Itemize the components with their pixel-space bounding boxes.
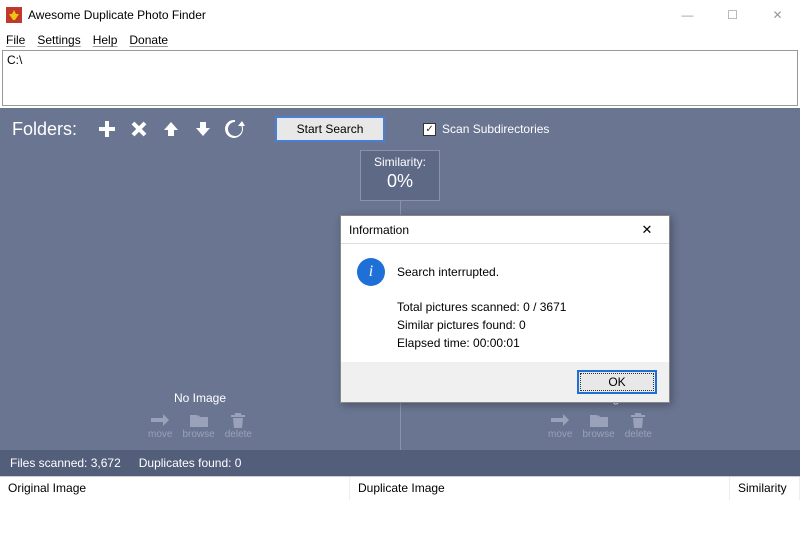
titlebar: Awesome Duplicate Photo Finder — ☐ ✕ <box>0 0 800 30</box>
folders-label: Folders: <box>12 119 77 140</box>
menubar: File Settings Help Donate <box>0 30 800 50</box>
remove-folder-icon[interactable] <box>127 117 151 141</box>
start-search-button[interactable]: Start Search <box>275 116 385 142</box>
browse-button-left[interactable]: browse <box>182 411 214 440</box>
files-scanned: Files scanned: 3,672 <box>10 456 121 470</box>
header-original[interactable]: Original Image <box>0 477 350 500</box>
ok-button[interactable]: OK <box>577 370 657 394</box>
menu-help[interactable]: Help <box>93 33 118 47</box>
similarity-label: Similarity: <box>361 155 439 169</box>
move-down-icon[interactable] <box>191 117 215 141</box>
menu-file[interactable]: File <box>6 33 25 47</box>
checkbox-icon[interactable]: ✓ <box>423 123 436 136</box>
minimize-button[interactable]: — <box>665 1 710 29</box>
close-button[interactable]: ✕ <box>755 1 800 29</box>
duplicates-found: Duplicates found: 0 <box>139 456 242 470</box>
scan-sub-label: Scan Subdirectories <box>442 122 549 136</box>
dialog-stat-scanned: Total pictures scanned: 0 / 3671 <box>397 298 653 316</box>
dialog-stat-similar: Similar pictures found: 0 <box>397 316 653 334</box>
dialog-close-icon[interactable]: ✕ <box>633 222 661 238</box>
window-title: Awesome Duplicate Photo Finder <box>28 8 665 22</box>
scan-subdirectories-checkbox[interactable]: ✓ Scan Subdirectories <box>423 122 549 136</box>
dialog-stat-time: Elapsed time: 00:00:01 <box>397 334 653 352</box>
folders-toolbar: Folders: Start Search ✓ Scan Subdirector… <box>0 108 800 150</box>
folder-list[interactable]: C:\ <box>2 50 798 106</box>
menu-donate[interactable]: Donate <box>129 33 168 47</box>
folder-path[interactable]: C:\ <box>7 53 793 67</box>
header-duplicate[interactable]: Duplicate Image <box>350 477 730 500</box>
move-button-right[interactable]: move <box>548 411 572 440</box>
list-headers: Original Image Duplicate Image Similarit… <box>0 476 800 500</box>
maximize-button[interactable]: ☐ <box>710 1 755 29</box>
dialog-titlebar: Information ✕ <box>341 216 669 244</box>
delete-button-right[interactable]: delete <box>625 411 652 440</box>
refresh-icon[interactable] <box>223 117 247 141</box>
menu-settings[interactable]: Settings <box>37 33 80 47</box>
status-bar: Files scanned: 3,672 Duplicates found: 0 <box>0 450 800 476</box>
similarity-box: Similarity: 0% <box>360 150 440 201</box>
similarity-value: 0% <box>361 171 439 192</box>
information-dialog: Information ✕ i Search interrupted. Tota… <box>340 215 670 403</box>
add-folder-icon[interactable] <box>95 117 119 141</box>
move-up-icon[interactable] <box>159 117 183 141</box>
browse-button-right[interactable]: browse <box>582 411 614 440</box>
dialog-message: Search interrupted. <box>397 265 499 279</box>
dialog-title: Information <box>349 223 633 237</box>
header-similarity[interactable]: Similarity <box>730 477 800 500</box>
delete-button-left[interactable]: delete <box>225 411 252 440</box>
app-icon <box>6 7 22 23</box>
no-image-label: No Image <box>174 391 226 405</box>
move-button-left[interactable]: move <box>148 411 172 440</box>
info-icon: i <box>357 258 385 286</box>
